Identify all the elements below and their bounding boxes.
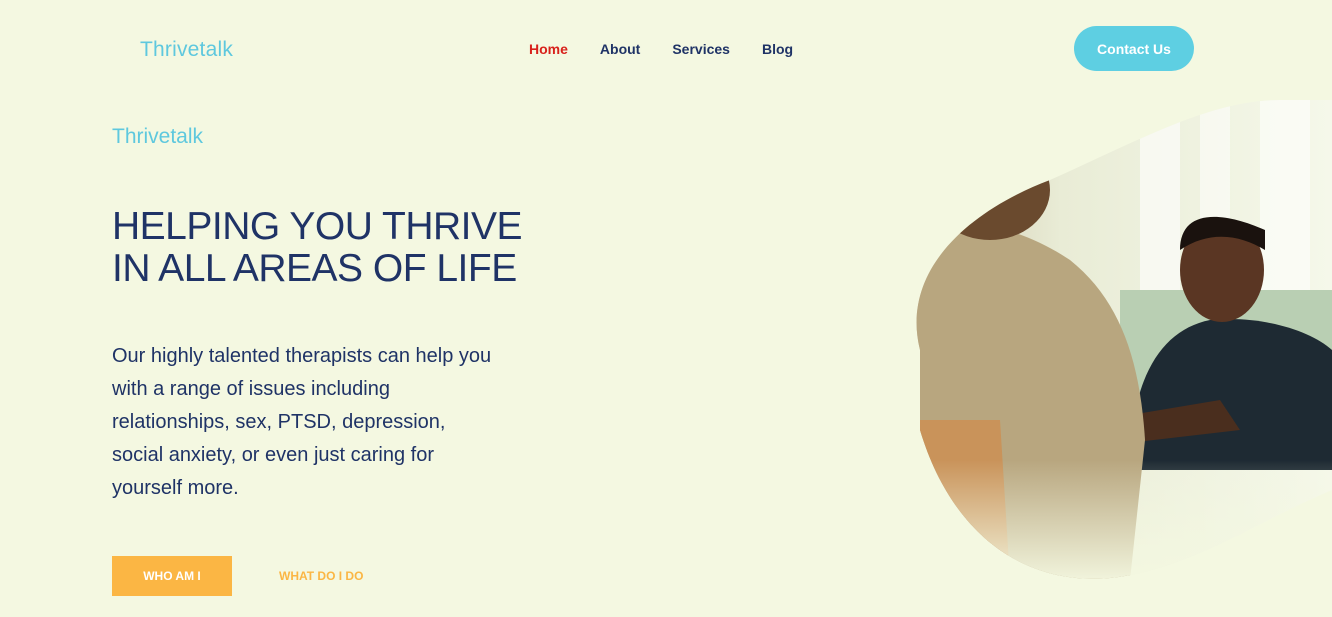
hero-brand: Thrivetalk bbox=[112, 125, 204, 148]
nav-item-services[interactable]: Services bbox=[672, 41, 730, 57]
therapy-session-image bbox=[916, 100, 1332, 579]
hero-title-line2: IN ALL AREAS OF LIFE bbox=[112, 247, 517, 290]
nav-item-home[interactable]: Home bbox=[529, 41, 568, 57]
who-am-i-button[interactable]: WHO AM I bbox=[112, 556, 232, 596]
nav-item-blog[interactable]: Blog bbox=[762, 41, 793, 57]
contact-us-button[interactable]: Contact Us bbox=[1074, 26, 1194, 71]
site-logo[interactable]: Thrivetalk bbox=[140, 38, 233, 62]
hero-title-line1: HELPING YOU THRIVE bbox=[112, 205, 523, 248]
hero-title: HELPING YOU THRIVE IN ALL AREAS OF LIFE bbox=[112, 206, 532, 290]
nav-item-about[interactable]: About bbox=[600, 41, 640, 57]
hero-description: Our highly talented therapists can help … bbox=[112, 345, 492, 499]
what-do-i-do-link[interactable]: WHAT DO I DO bbox=[279, 569, 363, 583]
hero-photo bbox=[880, 100, 1332, 580]
page: Thrivetalk Home About Services Blog Cont… bbox=[0, 0, 1332, 617]
main-nav: Home About Services Blog bbox=[529, 41, 825, 57]
